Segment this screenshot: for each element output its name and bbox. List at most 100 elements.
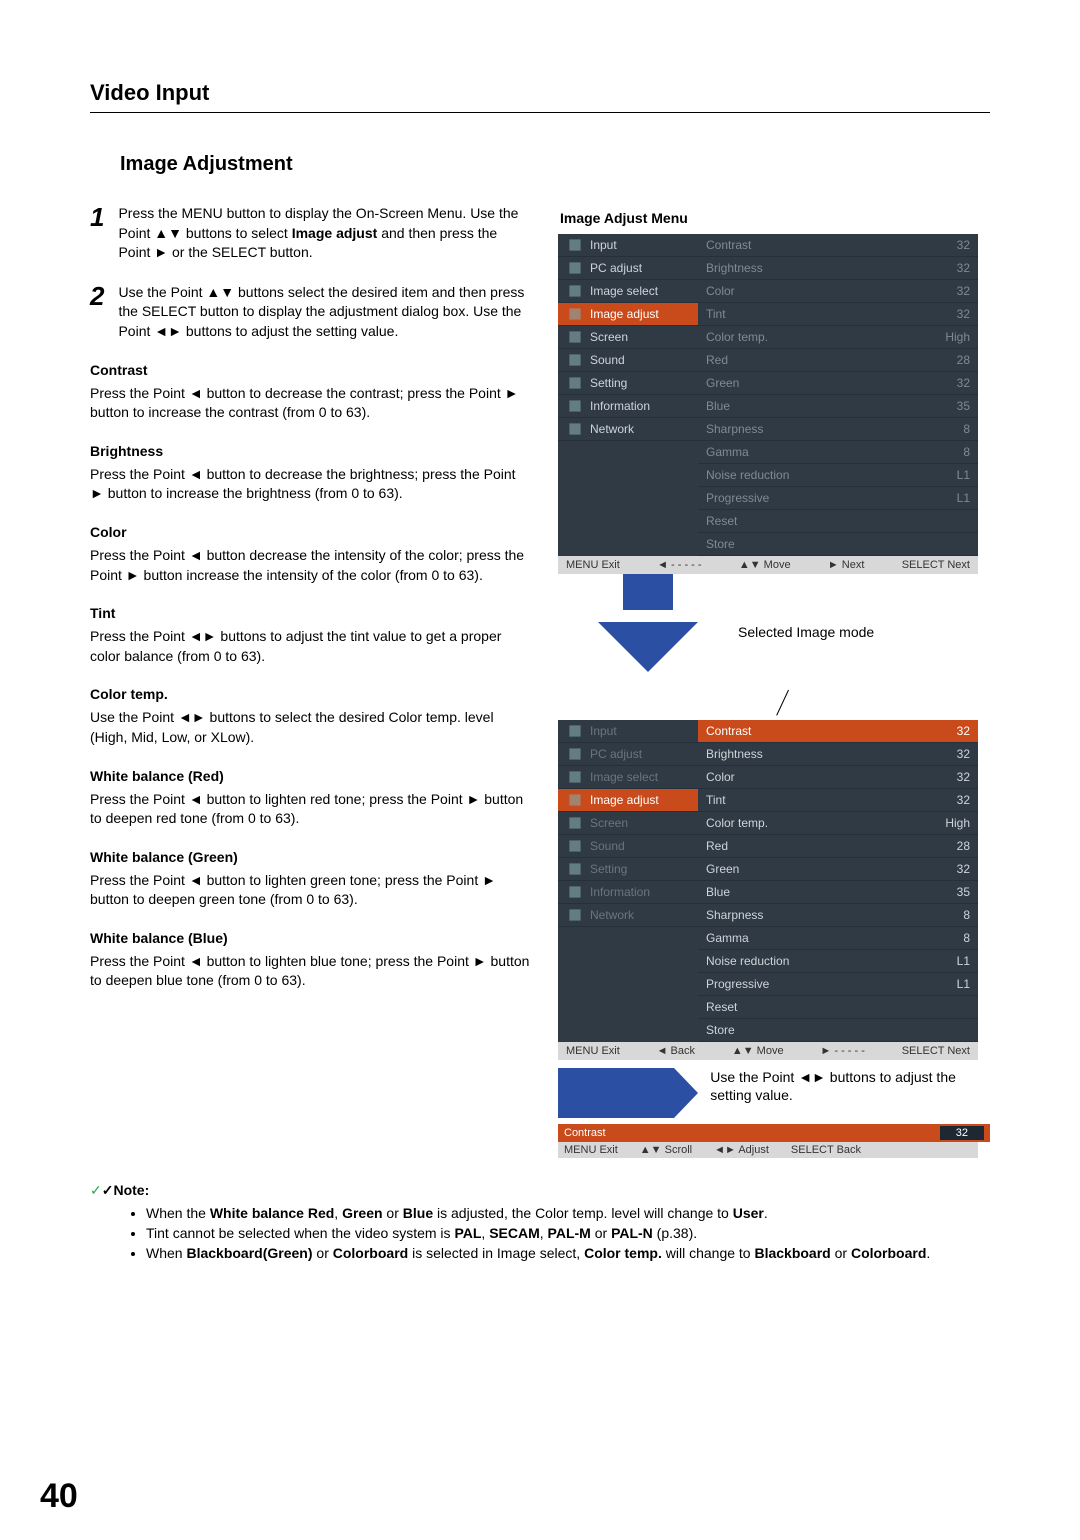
osd-right-item[interactable]: Brightness32 — [698, 743, 978, 766]
note-label: ✓✓Note: — [90, 1182, 990, 1199]
note-item: When the White balance Red, Green or Blu… — [146, 1205, 990, 1221]
osd-right-item[interactable]: Tint32 — [698, 303, 978, 326]
osd-left-item[interactable]: Input — [558, 720, 698, 743]
osd-left-item[interactable]: Sound — [558, 349, 698, 372]
menu-icon — [566, 747, 584, 761]
menu-icon — [566, 724, 584, 738]
osd-left-item[interactable]: Sound — [558, 835, 698, 858]
osd-left-item[interactable]: Setting — [558, 372, 698, 395]
osd-left-item[interactable]: Network — [558, 418, 698, 441]
menu-icon — [566, 376, 584, 390]
note-item: Tint cannot be selected when the video s… — [146, 1225, 990, 1241]
osd-right-item[interactable]: Sharpness8 — [698, 904, 978, 927]
pointer-line — [558, 690, 990, 720]
menu-title: Image Adjust Menu — [560, 210, 990, 226]
param-label: Tint — [90, 605, 530, 621]
osd-right-item[interactable]: Blue35 — [698, 395, 978, 418]
page-number: 40 — [40, 1477, 78, 1516]
osd-right-item[interactable]: Brightness32 — [698, 257, 978, 280]
osd-right-item[interactable]: Sharpness8 — [698, 418, 978, 441]
param-text: Press the Point ◄ button to decrease the… — [90, 465, 530, 504]
osd-right-item[interactable]: ProgressiveL1 — [698, 973, 978, 996]
menu-icon — [566, 284, 584, 298]
osd-left-item[interactable]: PC adjust — [558, 257, 698, 280]
param-text: Press the Point ◄ button to decrease the… — [90, 384, 530, 423]
osd-left-item[interactable]: Screen — [558, 326, 698, 349]
osd-left-item[interactable]: Network — [558, 904, 698, 927]
left-column: 1 Press the MENU button to display the O… — [90, 204, 530, 1158]
osd-right-item[interactable]: Tint32 — [698, 789, 978, 812]
param-label: White balance (Green) — [90, 849, 530, 865]
note-label-text: ✓Note: — [102, 1182, 150, 1198]
osd-left-item[interactable]: Setting — [558, 858, 698, 881]
osd-right-item[interactable]: Color32 — [698, 766, 978, 789]
slider-value: 32 — [940, 1126, 984, 1140]
right-arrow-icon — [558, 1068, 674, 1118]
osd-right-item[interactable]: Gamma8 — [698, 927, 978, 950]
param-text: Press the Point ◄ button to lighten red … — [90, 790, 530, 829]
menu-icon — [566, 816, 584, 830]
osd-right-item[interactable]: ProgressiveL1 — [698, 487, 978, 510]
osd-right-item[interactable]: Green32 — [698, 858, 978, 881]
param-label: Color temp. — [90, 686, 530, 702]
param-text: Use the Point ◄► buttons to select the d… — [90, 708, 530, 747]
step-text: Use the Point ▲▼ buttons select the desi… — [118, 283, 530, 342]
slider-bar: Contrast 32 — [558, 1124, 990, 1142]
param-text: Press the Point ◄ button to lighten gree… — [90, 871, 530, 910]
osd-right-item[interactable]: Store — [698, 533, 978, 556]
osd-left-item[interactable]: Image select — [558, 280, 698, 303]
menu-icon — [566, 422, 584, 436]
osd-right-item[interactable]: Blue35 — [698, 881, 978, 904]
menu-icon — [566, 238, 584, 252]
slider-label: Contrast — [564, 1127, 606, 1139]
osd-footer: MENU Exit◄ Back▲▼ Move► - - - - -SELECT … — [558, 1042, 978, 1060]
menu-icon — [566, 793, 584, 807]
osd-right-item[interactable]: Reset — [698, 510, 978, 533]
param-text: Press the Point ◄ button to lighten blue… — [90, 952, 530, 991]
osd-left-item[interactable]: PC adjust — [558, 743, 698, 766]
osd-right-item[interactable]: Color temp.High — [698, 326, 978, 349]
menu-icon — [566, 330, 584, 344]
osd-right-item[interactable]: Noise reductionL1 — [698, 950, 978, 973]
osd-left-item[interactable]: Screen — [558, 812, 698, 835]
menu-icon — [566, 307, 584, 321]
step-number: 2 — [90, 283, 104, 342]
selected-mode-label: Selected Image mode — [738, 624, 990, 640]
slider-scroll: ▲▼ Scroll — [640, 1144, 692, 1156]
param-label: White balance (Blue) — [90, 930, 530, 946]
step-number: 1 — [90, 204, 104, 263]
param-text: Press the Point ◄► buttons to adjust the… — [90, 627, 530, 666]
param-label: Contrast — [90, 362, 530, 378]
note-item: When Blackboard(Green) or Colorboard is … — [146, 1245, 990, 1261]
osd-left-item[interactable]: Information — [558, 395, 698, 418]
osd-panel-2: InputPC adjustImage selectImage adjustSc… — [558, 720, 978, 1060]
osd-right-item[interactable]: Contrast32 — [698, 720, 978, 743]
menu-icon — [566, 839, 584, 853]
osd-left-item[interactable]: Image select — [558, 766, 698, 789]
param-label: Color — [90, 524, 530, 540]
menu-icon — [566, 399, 584, 413]
osd-right-item[interactable]: Red28 — [698, 835, 978, 858]
menu-icon — [566, 770, 584, 784]
osd-footer: MENU Exit◄ - - - - -▲▼ Move► NextSELECT … — [558, 556, 978, 574]
menu-icon — [566, 261, 584, 275]
osd-left-item[interactable]: Input — [558, 234, 698, 257]
arrow-stem — [623, 574, 673, 610]
osd-right-item[interactable]: Red28 — [698, 349, 978, 372]
osd-right-item[interactable]: Store — [698, 1019, 978, 1042]
osd-right-item[interactable]: Contrast32 — [698, 234, 978, 257]
param-label: White balance (Red) — [90, 768, 530, 784]
osd-right-item[interactable]: Color temp.High — [698, 812, 978, 835]
osd-left-item[interactable]: Image adjust — [558, 303, 698, 326]
osd-panel-1: InputPC adjustImage selectImage adjustSc… — [558, 234, 978, 574]
osd-right-item[interactable]: Reset — [698, 996, 978, 1019]
notes-list: When the White balance Red, Green or Blu… — [106, 1205, 990, 1261]
osd-left-item[interactable]: Information — [558, 881, 698, 904]
osd-left-item[interactable]: Image adjust — [558, 789, 698, 812]
osd-right-item[interactable]: Gamma8 — [698, 441, 978, 464]
osd-right-item[interactable]: Green32 — [698, 372, 978, 395]
osd-right-item[interactable]: Color32 — [698, 280, 978, 303]
menu-icon — [566, 885, 584, 899]
down-arrow-icon — [598, 622, 698, 672]
osd-right-item[interactable]: Noise reductionL1 — [698, 464, 978, 487]
